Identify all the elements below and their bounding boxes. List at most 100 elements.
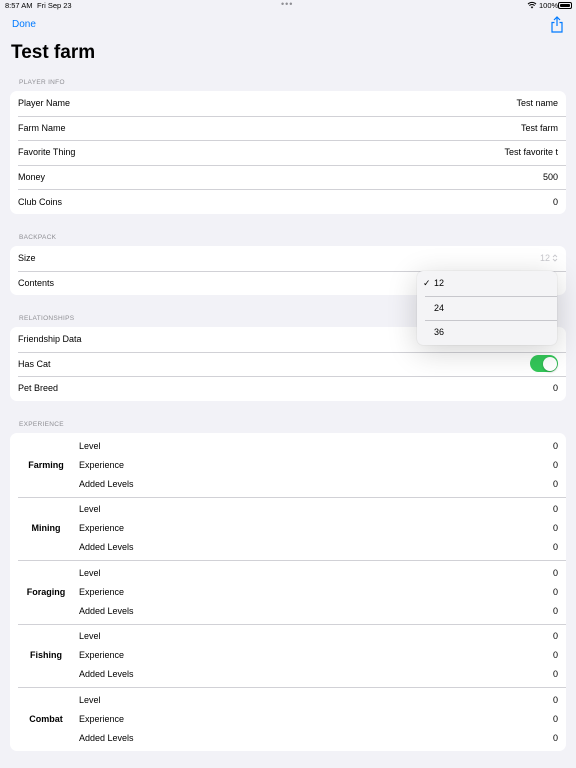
pet-breed-row[interactable]: Pet Breed 0 [10, 376, 566, 401]
experience-value[interactable]: 0 [553, 523, 558, 533]
status-bar: 8:57 AM Fri Sep 23 ••• 100% [0, 0, 576, 12]
experience-value[interactable]: 0 [553, 650, 558, 660]
menu-item-36[interactable]: 36 [417, 320, 557, 345]
relationships-header: RELATIONSHIPS [19, 315, 75, 322]
added-levels-value[interactable]: 0 [553, 733, 558, 743]
experience-group: Farming Level 0 Experience 0 Added Levels 0… [10, 433, 566, 751]
added-levels-label: Added Levels [79, 542, 134, 552]
experience-row[interactable]: Experience 0 [79, 455, 558, 474]
level-row[interactable]: Level 0 [79, 627, 558, 646]
added-levels-value[interactable]: 0 [553, 542, 558, 552]
done-button[interactable]: Done [12, 19, 36, 30]
added-levels-value[interactable]: 0 [553, 606, 558, 616]
has-cat-label: Has Cat [18, 358, 51, 369]
backpack-contents-label: Contents [18, 277, 55, 288]
multitasking-dots-icon[interactable]: ••• [281, 0, 293, 9]
wifi-icon [527, 1, 537, 9]
level-row[interactable]: Level 0 [79, 436, 558, 455]
pet-breed-field[interactable]: 0 [553, 383, 558, 393]
skill-farming: Farming Level 0 Experience 0 Added Levels 0 [10, 433, 566, 497]
backpack-size-value: 12 [539, 253, 550, 264]
club-coins-label: Club Coins [18, 196, 63, 207]
status-time: 8:57 AM [5, 1, 33, 10]
checkmark-icon: ✓ [423, 277, 431, 288]
chevron-up-down-icon [552, 254, 558, 262]
backpack-size-menu: ✓ 12 24 36 [417, 271, 557, 345]
share-icon[interactable] [550, 16, 564, 33]
menu-item-12[interactable]: ✓ 12 [417, 271, 557, 296]
player-name-label: Player Name [18, 98, 71, 109]
skill-name: Mining [31, 523, 61, 534]
player-name-field[interactable]: Test name [516, 98, 558, 108]
backpack-size-label: Size [18, 253, 36, 264]
player-name-row[interactable]: Player Name Test name [10, 91, 566, 116]
backpack-size-row[interactable]: Size 12 [10, 246, 566, 271]
skill-mining: Mining Level 0 Experience 0 Added Levels 0 [10, 496, 566, 561]
friendship-data-label: Friendship Data [18, 334, 82, 345]
battery-icon [558, 2, 572, 9]
level-value[interactable]: 0 [553, 568, 558, 578]
level-value[interactable]: 0 [553, 441, 558, 451]
skill-combat: Combat Level 0 Experience 0 Added Levels 0 [10, 687, 566, 751]
level-row[interactable]: Level 0 [79, 690, 558, 709]
page-title: Test farm [11, 42, 96, 63]
skill-foraging: Foraging Level 0 Experience 0 Added Levels… [10, 560, 566, 624]
menu-item-24[interactable]: 24 [417, 295, 557, 321]
level-label: Level [79, 440, 101, 451]
backpack-header: BACKPACK [19, 234, 57, 241]
battery-percentage: 100% [539, 1, 559, 10]
level-label: Level [79, 631, 101, 641]
money-row[interactable]: Money 500 [10, 164, 566, 190]
level-value[interactable]: 0 [553, 695, 558, 705]
has-cat-row: Has Cat [10, 351, 566, 377]
experience-header: EXPERIENCE [19, 421, 64, 428]
level-row[interactable]: Level 0 [79, 500, 558, 519]
added-levels-row[interactable]: Added Levels 0 [79, 601, 558, 620]
added-levels-label: Added Levels [79, 605, 134, 616]
experience-label: Experience [79, 459, 125, 470]
skill-name: Foraging [26, 586, 66, 597]
level-label: Level [79, 694, 101, 705]
experience-row[interactable]: Experience 0 [79, 582, 558, 601]
added-levels-value[interactable]: 0 [553, 669, 558, 679]
added-levels-row[interactable]: Added Levels 0 [79, 538, 558, 557]
favorite-thing-label: Favorite Thing [18, 147, 76, 158]
added-levels-label: Added Levels [79, 669, 134, 679]
pet-breed-label: Pet Breed [18, 383, 59, 394]
experience-row[interactable]: Experience 0 [79, 519, 558, 538]
player-info-group: Player Name Test name Farm Name Test far… [10, 91, 566, 214]
experience-label: Experience [79, 650, 125, 660]
favorite-thing-field[interactable]: Test favorite t [504, 147, 558, 157]
experience-label: Experience [79, 586, 125, 597]
level-value[interactable]: 0 [553, 504, 558, 514]
added-levels-row[interactable]: Added Levels 0 [79, 474, 558, 493]
skill-fishing: Fishing Level 0 Experience 0 Added Levels 0 [10, 623, 566, 688]
menu-item-label: 24 [434, 302, 445, 313]
experience-value[interactable]: 0 [553, 460, 558, 470]
added-levels-value[interactable]: 0 [553, 479, 558, 489]
added-levels-row[interactable]: Added Levels 0 [79, 665, 558, 684]
level-value[interactable]: 0 [553, 631, 558, 641]
money-label: Money [18, 172, 46, 183]
club-coins-row[interactable]: Club Coins 0 [10, 189, 566, 214]
favorite-thing-row[interactable]: Favorite Thing Test favorite t [10, 140, 566, 165]
experience-value[interactable]: 0 [553, 587, 558, 597]
level-label: Level [79, 567, 101, 578]
skill-name: Farming [28, 459, 64, 470]
status-date: Fri Sep 23 [37, 1, 72, 10]
club-coins-field[interactable]: 0 [553, 197, 558, 207]
farm-name-row[interactable]: Farm Name Test farm [10, 115, 566, 141]
backpack-size-picker[interactable]: 12 [540, 253, 558, 263]
experience-label: Experience [79, 713, 125, 724]
experience-row[interactable]: Experience 0 [79, 709, 558, 728]
farm-name-field[interactable]: Test farm [521, 123, 558, 133]
level-row[interactable]: Level 0 [79, 563, 558, 582]
added-levels-row[interactable]: Added Levels 0 [79, 728, 558, 747]
experience-value[interactable]: 0 [553, 714, 558, 724]
has-cat-toggle[interactable] [530, 355, 558, 373]
experience-label: Experience [79, 523, 125, 533]
money-field[interactable]: 500 [543, 172, 558, 182]
added-levels-label: Added Levels [79, 732, 134, 743]
skill-name: Fishing [30, 650, 62, 661]
experience-row[interactable]: Experience 0 [79, 646, 558, 665]
